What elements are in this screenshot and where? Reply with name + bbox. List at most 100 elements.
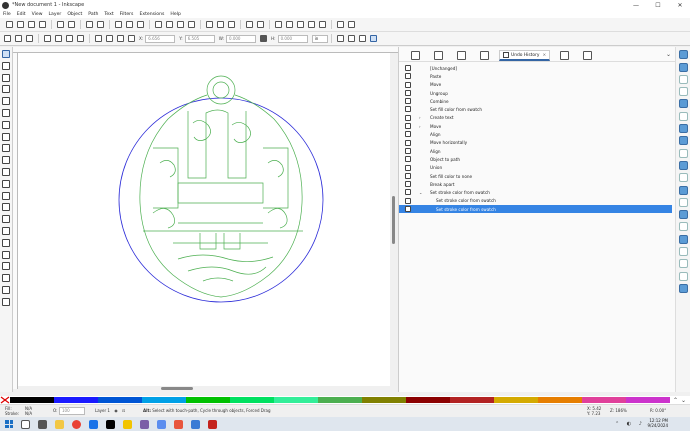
history-item[interactable]: Union [399,164,676,172]
y-spinbox[interactable]: Y: 6.505 [179,34,215,43]
menu-object[interactable]: Object [67,12,82,17]
app-store-icon[interactable] [191,419,200,429]
lower-icon[interactable] [117,35,124,42]
history-item[interactable]: Paste [399,72,676,80]
windows-start-icon[interactable] [5,420,13,428]
layers-icon[interactable] [297,21,304,28]
snap-mask-icon[interactable] [678,259,688,269]
snap-rotation-center-icon[interactable] [678,185,688,195]
copy-icon[interactable] [115,21,122,28]
spiral-tool-icon[interactable] [2,120,10,129]
height-input[interactable]: 0.000 [277,34,308,43]
fill-stroke-indicator[interactable]: Fill: Stroke: [5,406,19,416]
color-swatch[interactable] [538,397,582,403]
zoom-tool-icon[interactable] [2,285,10,294]
selector-tool-icon[interactable] [2,50,10,58]
calligraphy-tool-icon[interactable] [2,156,10,165]
history-item[interactable]: Move [399,81,676,89]
search-icon[interactable] [21,419,30,429]
cut-icon[interactable] [126,21,133,28]
mesh-tool-icon[interactable] [2,191,10,200]
rotation-value[interactable]: 0.00° [655,408,666,413]
file-explorer-icon[interactable] [55,419,64,429]
snap-path-icon[interactable] [678,111,688,121]
scale-corners-icon[interactable] [347,35,355,42]
select-all-icon[interactable] [4,35,11,42]
select-all-layers-icon[interactable] [15,35,22,42]
color-swatch[interactable] [230,397,274,403]
menu-path[interactable]: Path [88,12,98,17]
history-item[interactable]: Align [399,147,676,155]
height-spinbox[interactable]: H: 0.000 [271,34,308,43]
y-input[interactable]: 6.505 [184,34,215,43]
snap-bbox-edge-icon[interactable] [678,74,688,84]
color-swatch[interactable] [98,397,142,403]
tab-objects-icon[interactable] [457,51,466,60]
connector-tool-icon[interactable] [2,262,10,271]
history-item[interactable]: Set fill color to none [399,172,676,180]
deselect-icon[interactable] [26,35,33,42]
xml-editor-icon[interactable] [308,21,315,28]
no-color-swatch[interactable] [0,396,10,404]
expander-icon[interactable]: › [419,115,421,120]
edge-icon[interactable] [89,419,98,429]
gradient-tool-icon[interactable] [2,179,10,188]
pencil-tool-icon[interactable] [2,132,10,141]
color-swatch[interactable] [626,397,670,403]
group-icon[interactable] [246,21,253,28]
tweak-tool-icon[interactable] [2,226,10,235]
text-tool-icon[interactable] [2,167,10,176]
snap-clip-icon[interactable] [678,271,688,281]
rotation-control[interactable]: R: 0.00° [650,408,666,413]
open-icon[interactable] [17,21,24,28]
acrobat-icon[interactable] [208,419,217,429]
drawing-canvas[interactable] [18,53,390,386]
dropper-tool-icon[interactable] [2,203,10,212]
snap-guide-icon[interactable] [678,234,688,244]
menu-layer[interactable]: Layer [49,12,62,17]
layer-selector[interactable]: Layer 1 ◉ ⊡ [95,408,125,413]
tab-fill-stroke-icon[interactable] [434,51,443,60]
zoom-page-icon[interactable] [177,21,184,28]
lower-to-bottom-icon[interactable] [128,35,135,42]
expander-icon[interactable]: › [419,124,421,129]
zoom-drawing-icon[interactable] [166,21,173,28]
history-item[interactable]: Combine [399,97,676,105]
eye-icon[interactable]: ◉ [114,408,118,413]
measure-tool-icon[interactable] [2,274,10,283]
color-swatch[interactable] [142,397,186,403]
close-tab-icon[interactable]: × [543,53,547,58]
pages-tool-icon[interactable] [2,297,10,306]
history-item[interactable]: Move horizontally [399,139,676,147]
ellipse-tool-icon[interactable] [2,85,10,94]
raise-icon[interactable] [106,35,113,42]
print-icon[interactable] [39,21,46,28]
menu-filters[interactable]: Filters [120,12,134,17]
app-orange-icon[interactable] [174,419,183,429]
zoom-width-icon[interactable] [188,21,195,28]
eraser-tool-icon[interactable] [2,250,10,259]
task-view-icon[interactable] [38,419,47,429]
save-icon[interactable] [28,21,35,28]
history-item-selected[interactable]: Set stroke color from swatch [399,205,672,214]
paint-bucket-tool-icon[interactable] [2,215,10,224]
import-icon[interactable] [57,21,64,28]
scale-stroke-icon[interactable] [336,35,344,42]
export-icon[interactable] [68,21,75,28]
snap-nodes-icon[interactable] [678,99,688,109]
fill-stroke-icon[interactable] [275,21,282,28]
tab-layers-icon[interactable] [411,51,420,60]
star-tool-icon[interactable] [2,97,10,106]
flip-horizontal-icon[interactable] [66,35,73,42]
history-item[interactable]: [Unchanged] [399,64,676,72]
vertical-scroll-thumb[interactable] [392,196,395,244]
history-item[interactable]: Align [399,130,676,138]
move-patterns-icon[interactable] [369,35,377,42]
zoom-selection-icon[interactable] [155,21,162,28]
rectangle-tool-icon[interactable] [2,73,10,82]
history-item[interactable]: › Create text [399,114,676,122]
opacity-input[interactable]: 100 [59,407,85,415]
color-swatch[interactable] [450,397,494,403]
snap-text-baseline-icon[interactable] [678,197,688,207]
pen-tool-icon[interactable] [2,144,10,153]
